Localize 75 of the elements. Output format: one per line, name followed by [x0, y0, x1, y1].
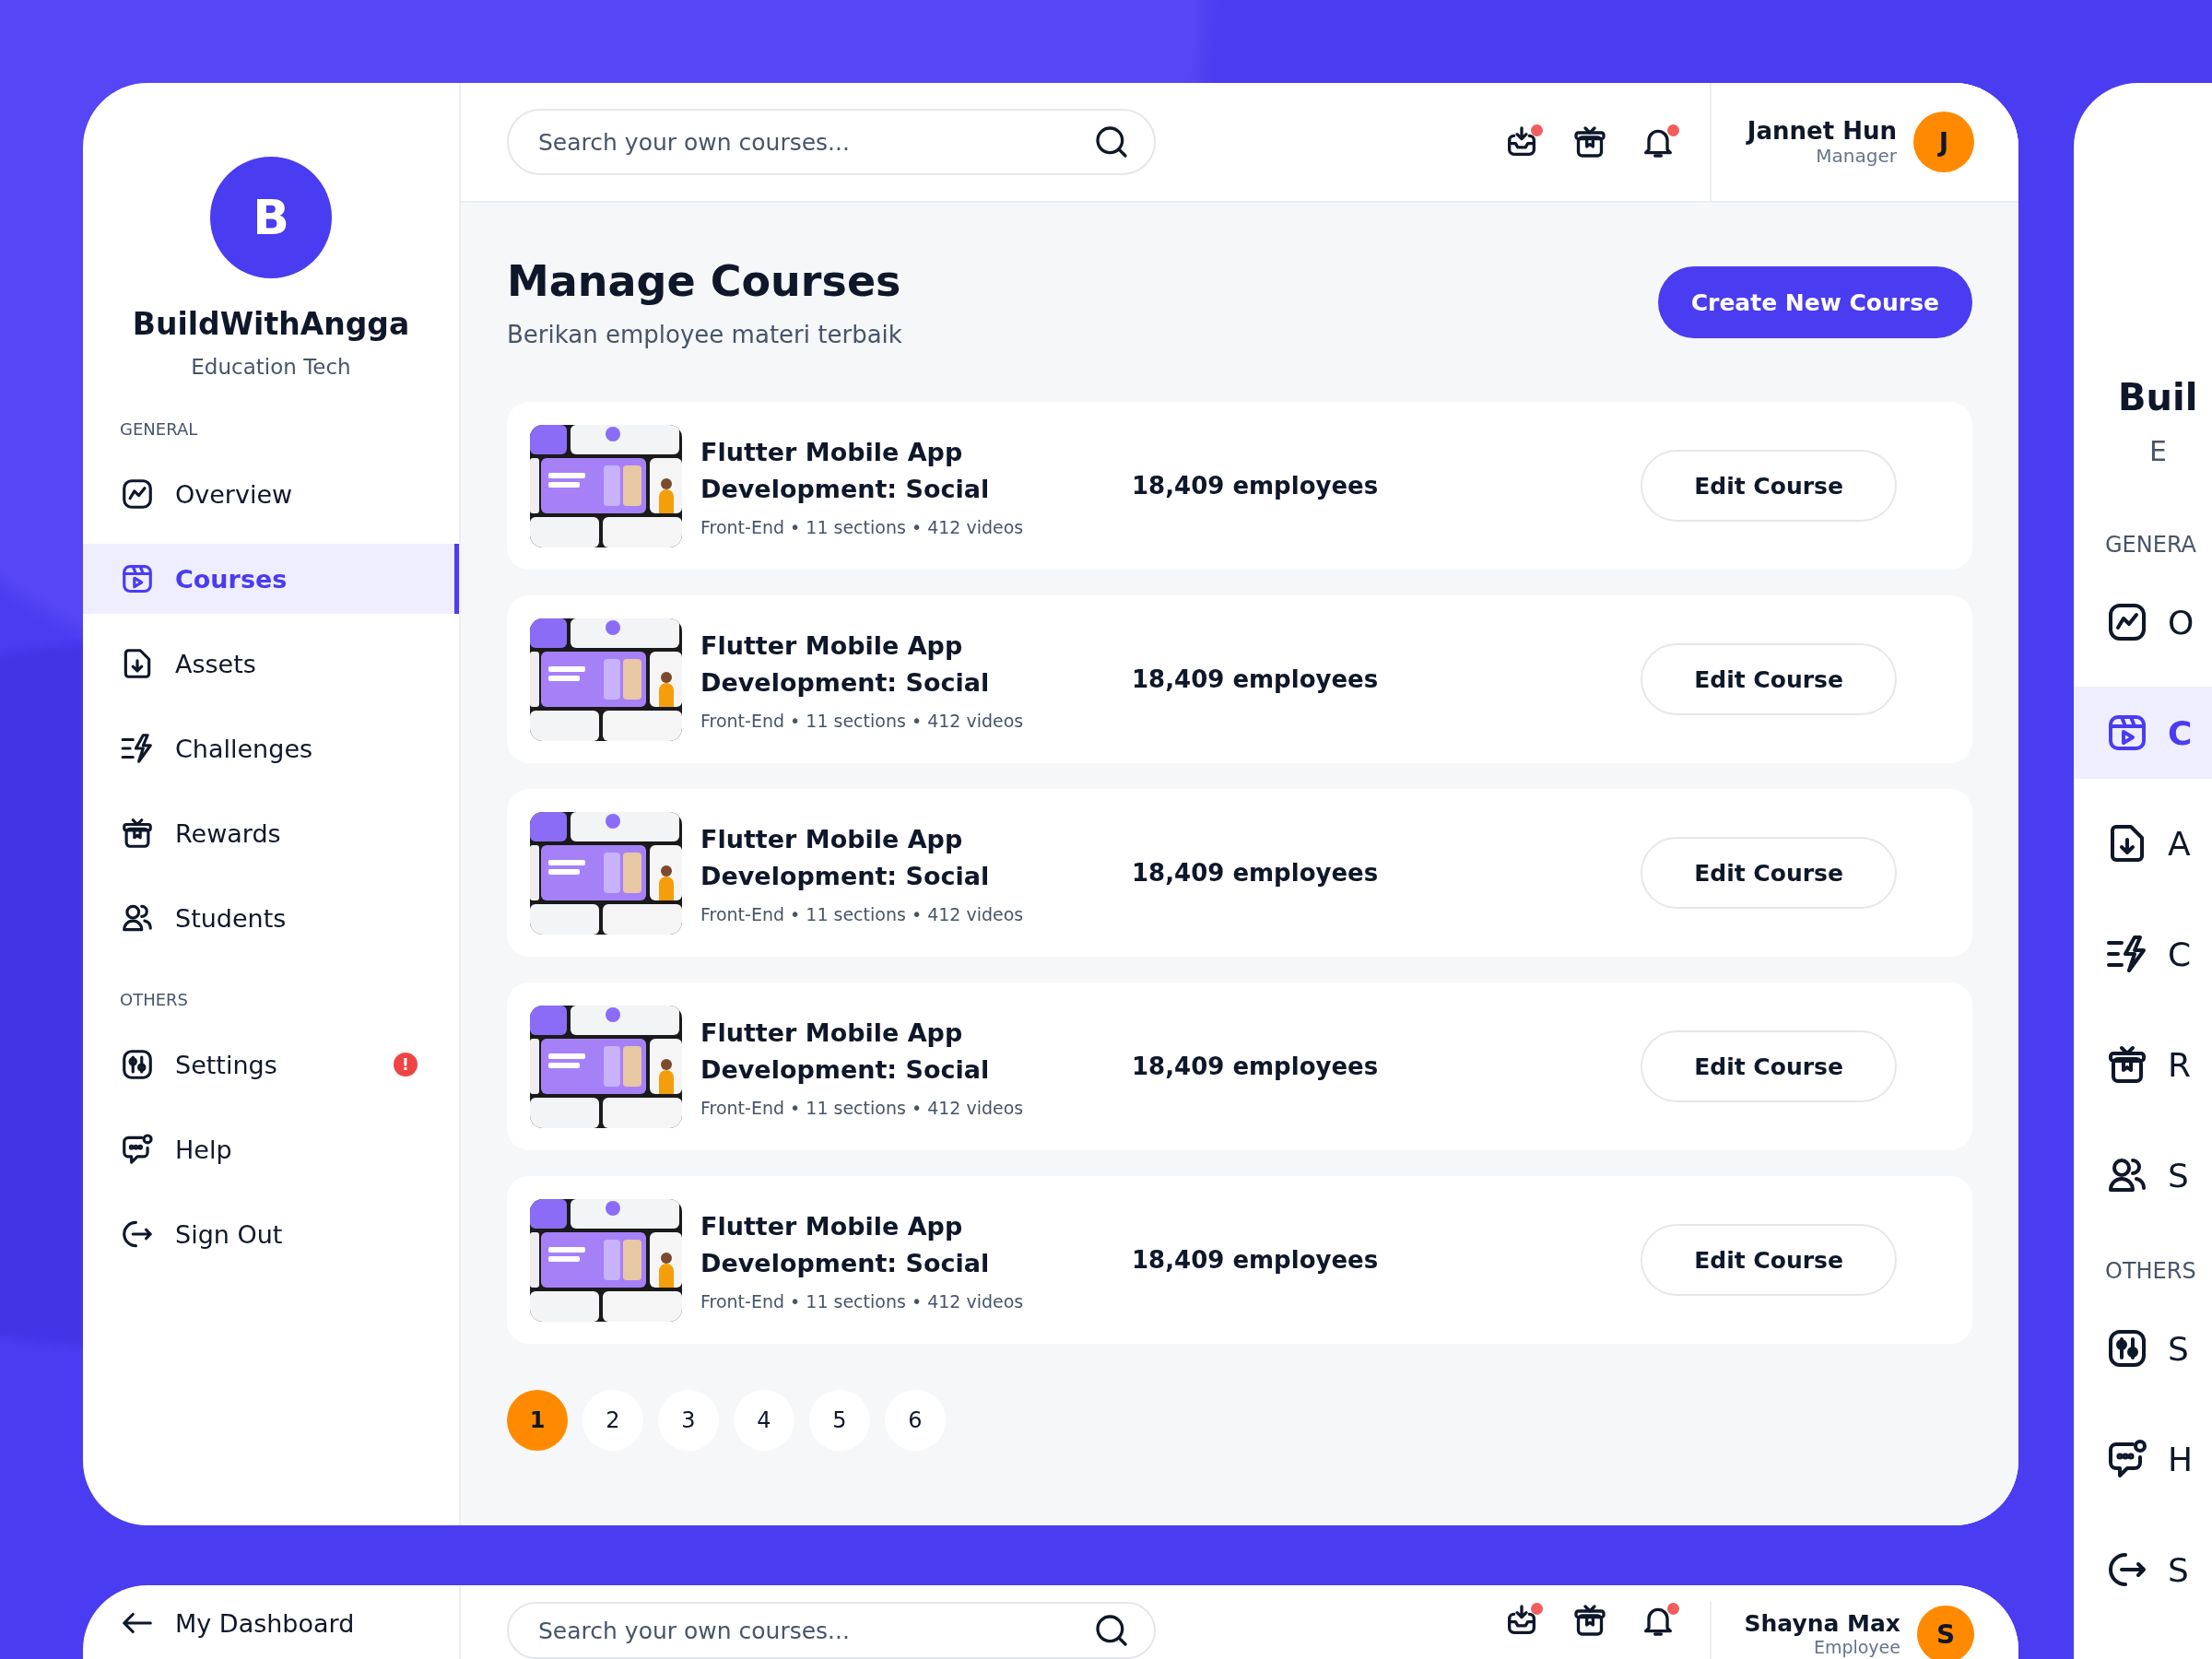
gift-icon — [120, 816, 155, 851]
employee-count: 18,409 employees — [1132, 1053, 1380, 1080]
lightning-icon — [120, 731, 155, 766]
user-name: Jannet Hun — [1747, 117, 1897, 145]
page-button[interactable]: 4 — [734, 1390, 794, 1451]
sidebar-item[interactable]: C — [2074, 687, 2212, 779]
user-avatar[interactable]: J — [1913, 112, 1974, 172]
course-meta: Front-End • 11 sections • 412 videos — [700, 517, 1025, 537]
sidebar-item[interactable]: Challenges — [83, 713, 459, 783]
brand-tagline: E — [2148, 435, 2167, 467]
page-button[interactable]: 6 — [885, 1390, 946, 1451]
course-meta: Front-End • 11 sections • 412 videos — [700, 1098, 1025, 1118]
settings-icon — [120, 1047, 155, 1082]
search-field[interactable]: Search your own courses... — [507, 1602, 1156, 1659]
section-heading: OTHERS — [2104, 1258, 2197, 1284]
course-title: Flutter Mobile App Development: Social — [700, 1018, 991, 1086]
employee-count: 18,409 employees — [1132, 472, 1380, 500]
sidebar-item[interactable]: R — [2074, 1018, 2212, 1111]
page-title: Manage Courses — [507, 256, 902, 306]
user-avatar[interactable]: S — [1917, 1606, 1974, 1659]
brand-avatar: B — [210, 157, 332, 278]
sidebar-item[interactable]: H — [2074, 1413, 2212, 1505]
user-role: Manager — [1815, 145, 1897, 167]
sidebar-item[interactable]: Rewards — [83, 798, 459, 868]
page-button[interactable]: 5 — [809, 1390, 870, 1451]
course-meta: Front-End • 11 sections • 412 videos — [700, 904, 1025, 924]
course-title: Flutter Mobile App Development: Social — [700, 824, 991, 892]
sidebar-item[interactable]: Assets — [83, 629, 459, 699]
page-subtitle: Berikan employee materi terbaik — [507, 321, 902, 348]
section-heading: OTHERS — [119, 990, 189, 1009]
alert-badge: ! — [394, 1053, 418, 1077]
back-link[interactable]: My Dashboard — [120, 1606, 459, 1641]
chat-icon — [120, 1132, 155, 1167]
sidebar-item[interactable]: O — [2074, 576, 2212, 668]
gift-icon[interactable] — [1571, 1602, 1608, 1639]
course-title: Flutter Mobile App Development: Social — [700, 630, 991, 699]
sidebar-item[interactable]: Courses — [83, 544, 459, 614]
page-button[interactable]: 2 — [582, 1390, 643, 1451]
course-meta: Front-End • 11 sections • 412 videos — [700, 711, 1025, 731]
brand-name: BuildWithAngga — [132, 306, 410, 342]
sidebar-item[interactable]: S — [2074, 1524, 2212, 1616]
page-button[interactable]: 1 — [507, 1390, 568, 1451]
gift-icon[interactable] — [1571, 124, 1608, 160]
sidebar-item[interactable]: Settings ! — [83, 1030, 459, 1100]
sidebar-item[interactable]: Students — [83, 883, 459, 953]
course-title: Flutter Mobile App Development: Social — [700, 1211, 991, 1279]
sidebar-item[interactable]: Overview — [83, 459, 459, 529]
sidebar-item[interactable]: Sign Out — [83, 1199, 459, 1269]
brand-name: Buil — [2117, 376, 2198, 418]
sidebar-item[interactable]: Help — [83, 1114, 459, 1184]
sidebar-item[interactable]: S — [2074, 1129, 2212, 1221]
chart-icon — [120, 477, 155, 512]
page-button[interactable]: 3 — [658, 1390, 719, 1451]
sidebar-item[interactable]: C — [2074, 908, 2212, 1000]
edit-course-button[interactable]: Edit Course — [1641, 450, 1897, 522]
employee-count: 18,409 employees — [1132, 1246, 1380, 1274]
course-title: Flutter Mobile App Development: Social — [700, 437, 991, 505]
search-field[interactable]: Search your own courses... — [507, 109, 1156, 175]
section-heading: GENERA — [2104, 532, 2197, 558]
sidebar-item[interactable]: S — [2074, 1302, 2212, 1394]
edit-course-button[interactable]: Edit Course — [1641, 837, 1897, 909]
brand-tagline: Education Tech — [191, 355, 351, 379]
search-icon — [1093, 1612, 1130, 1649]
employee-count: 18,409 employees — [1132, 859, 1380, 887]
course-meta: Front-End • 11 sections • 412 videos — [700, 1291, 1025, 1312]
edit-course-button[interactable]: Edit Course — [1641, 1224, 1897, 1296]
search-icon — [1093, 124, 1130, 160]
edit-course-button[interactable]: Edit Course — [1641, 1030, 1897, 1102]
section-heading: GENERAL — [119, 419, 199, 439]
user-name: Shayna Max — [1744, 1611, 1900, 1637]
edit-course-button[interactable]: Edit Course — [1641, 643, 1897, 715]
employee-count: 18,409 employees — [1132, 665, 1380, 693]
user-role: Employee — [1812, 1637, 1900, 1657]
create-course-button[interactable]: Create New Course — [1657, 266, 1972, 338]
sidebar-item[interactable]: A — [2074, 797, 2212, 889]
